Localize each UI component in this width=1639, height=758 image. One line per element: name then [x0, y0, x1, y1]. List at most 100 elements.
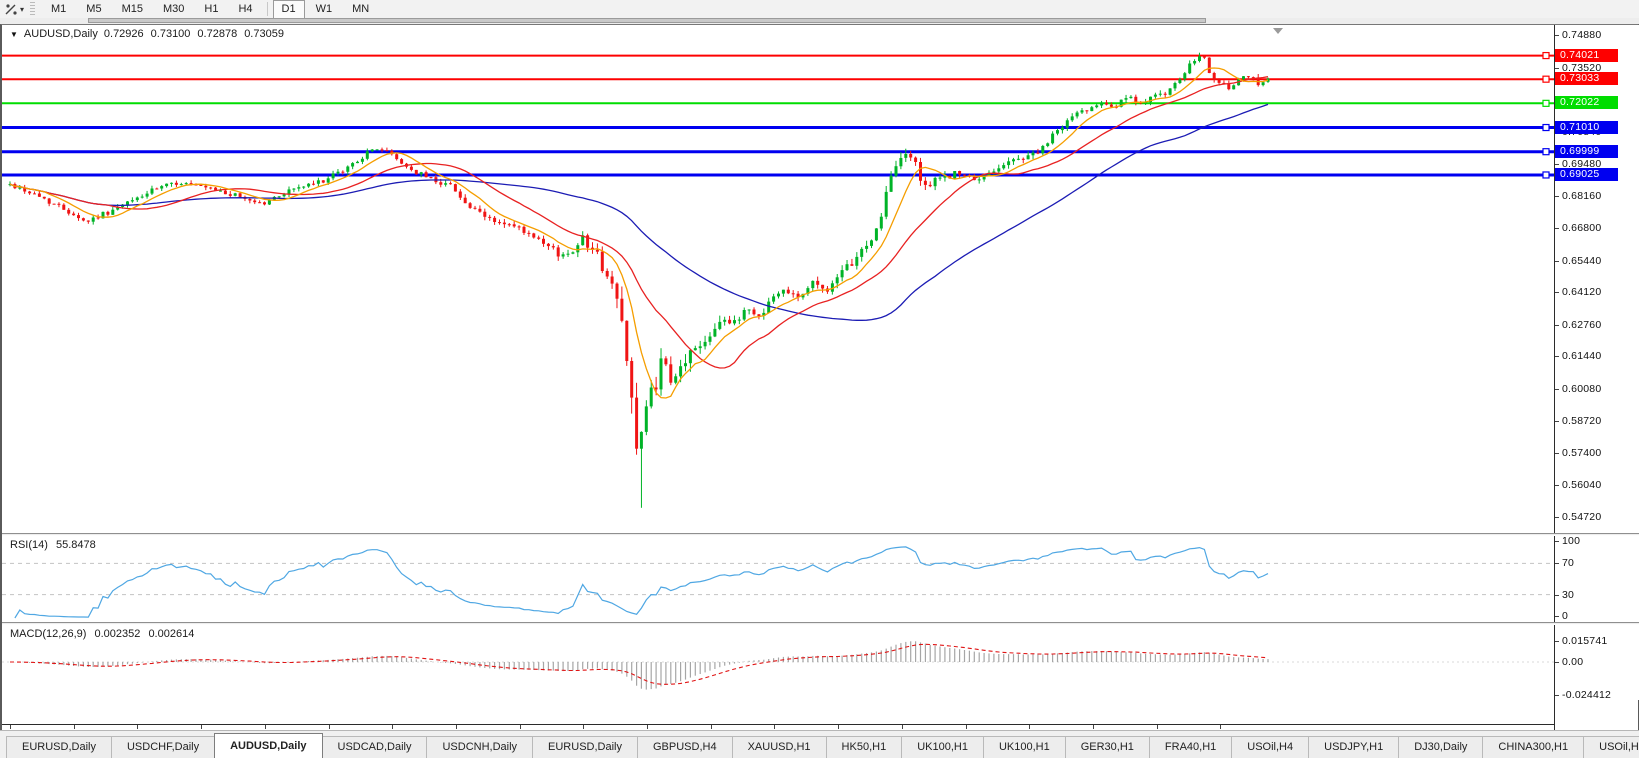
price-tick-mark — [1555, 164, 1559, 165]
timeframe-button-h4[interactable]: H4 — [229, 0, 261, 19]
price-level-badge[interactable]: 0.72022 — [1555, 96, 1618, 109]
chart-title-collapse-icon[interactable]: ▼ — [10, 30, 18, 39]
ma-slow-line — [9, 103, 1269, 321]
top-toolbar: ▾ M1 M5 M15 M30 H1 H4 D1 W1 MN — [0, 0, 1639, 19]
ohlc-high: 0.73100 — [150, 28, 191, 40]
macd-signal-line — [10, 643, 1269, 685]
price-tick-mark — [1555, 196, 1559, 197]
macd-panel[interactable]: MACD(12,26,9) 0.002352 0.002614 — [2, 625, 1554, 700]
toolbar-separator — [266, 2, 268, 16]
candlestick-chart-canvas[interactable] — [2, 25, 1554, 533]
price-chart-panel[interactable]: ▼ AUDUSD,Daily 0.72926 0.73100 0.72878 0… — [2, 25, 1554, 533]
price-tick-mark — [1555, 356, 1559, 357]
price-tick-mark — [1555, 68, 1559, 69]
date-tick-mark — [1220, 725, 1221, 729]
rsi-panel[interactable]: RSI(14) 55.8478 — [2, 536, 1554, 622]
price-tick-mark — [1555, 453, 1559, 454]
crosshair-tool-icon[interactable] — [3, 2, 19, 16]
rsi-line — [14, 546, 1269, 619]
rsi-tick-label: 100 — [1562, 535, 1581, 547]
chart-tab-audusd-daily[interactable]: AUDUSD,Daily — [214, 733, 323, 758]
date-tick-mark — [711, 725, 712, 729]
price-level-badge[interactable]: 0.71010 — [1555, 121, 1618, 134]
price-tick-label: 0.62760 — [1562, 319, 1602, 331]
chart-tab-ger30-h1[interactable]: GER30,H1 — [1064, 736, 1150, 758]
chart-tab-usdjpy-h1[interactable]: USDJPY,H1 — [1308, 736, 1400, 758]
chart-tab-uk100-h1[interactable]: UK100,H1 — [901, 736, 984, 758]
date-tick-mark — [1157, 725, 1158, 729]
chart-shift-marker[interactable] — [1273, 28, 1283, 34]
price-level-badge[interactable]: 0.69025 — [1555, 168, 1618, 181]
rsi-label: RSI(14) — [10, 539, 48, 551]
price-tick-label: 0.58720 — [1562, 415, 1602, 427]
timeframe-button-m15[interactable]: M15 — [113, 0, 152, 19]
level-handle[interactable] — [1542, 75, 1550, 83]
macd-tick-label: 0.00 — [1562, 656, 1584, 668]
timeframe-button-w1[interactable]: W1 — [307, 0, 342, 19]
rsi-tick-label: 0 — [1562, 610, 1569, 622]
price-axis: 0.748800.735200.721600.708400.694800.681… — [1555, 25, 1639, 533]
price-level-badge[interactable]: 0.74021 — [1555, 49, 1618, 62]
price-tick-label: 0.61440 — [1562, 350, 1602, 362]
level-handle[interactable] — [1542, 99, 1550, 107]
price-tick-label: 0.60080 — [1562, 383, 1602, 395]
macd-tick-mark — [1555, 641, 1559, 642]
rsi-chart-canvas[interactable] — [2, 536, 1554, 622]
level-handle[interactable] — [1542, 123, 1550, 132]
price-tick-label: 0.74880 — [1562, 29, 1602, 41]
ma-medium-line — [9, 76, 1269, 369]
date-tick-mark — [520, 725, 521, 729]
date-tick-mark — [774, 725, 775, 729]
date-tick-mark — [265, 725, 266, 729]
price-tick-mark — [1555, 517, 1559, 518]
price-tick-label: 0.64120 — [1562, 286, 1602, 298]
date-tick-mark — [583, 725, 584, 729]
macd-title: MACD(12,26,9) 0.002352 0.002614 — [10, 628, 194, 640]
price-tick-mark — [1555, 485, 1559, 486]
price-tick-mark — [1555, 421, 1559, 422]
price-level-badge[interactable]: 0.69999 — [1555, 145, 1618, 158]
rsi-value: 55.8478 — [55, 539, 96, 551]
rsi-tick-label: 70 — [1562, 557, 1575, 569]
chart-tab-xauusd-h1[interactable]: XAUUSD,H1 — [731, 736, 827, 758]
chart-tab-dj30-daily[interactable]: DJ30,Daily — [1398, 736, 1484, 758]
chart-tab-usdcad-daily[interactable]: USDCAD,Daily — [321, 736, 428, 758]
timeframe-button-h1[interactable]: H1 — [195, 0, 227, 19]
price-tick-mark — [1555, 325, 1559, 326]
horizontal-level-lines[interactable] — [2, 51, 1554, 179]
date-tick-mark — [329, 725, 330, 729]
timeframe-button-m5[interactable]: M5 — [77, 0, 110, 19]
chart-tab-uk100-h1[interactable]: UK100,H1 — [982, 736, 1066, 758]
timeframe-button-m30[interactable]: M30 — [154, 0, 193, 19]
chart-tab-usoil-h1[interactable]: USOil,H1 — [1583, 736, 1639, 758]
ohlc-low: 0.72878 — [197, 28, 238, 40]
macd-histogram — [14, 641, 1269, 690]
chart-tab-eurusd-daily[interactable]: EURUSD,Daily — [532, 736, 638, 758]
toolbar-grip[interactable] — [30, 2, 36, 16]
chart-tab-fra40-h1[interactable]: FRA40,H1 — [1148, 736, 1233, 758]
timeframe-button-d1[interactable]: D1 — [272, 0, 305, 19]
macd-chart-canvas[interactable] — [2, 625, 1554, 700]
chart-tab-gbpusd-h4[interactable]: GBPUSD,H4 — [637, 736, 733, 758]
tool-dropdown-caret[interactable]: ▾ — [20, 5, 24, 14]
chart-tab-usdcnh-daily[interactable]: USDCNH,Daily — [426, 736, 534, 758]
chart-tab-hk50-h1[interactable]: HK50,H1 — [825, 736, 903, 758]
chart-tab-usdchf-daily[interactable]: USDCHF,Daily — [110, 736, 216, 758]
macd-label: MACD(12,26,9) — [10, 628, 87, 640]
chart-tab-eurusd-daily[interactable]: EURUSD,Daily — [6, 736, 112, 758]
scrollbar-thumb[interactable] — [88, 18, 1206, 23]
timeframe-button-m1[interactable]: M1 — [42, 0, 75, 19]
timeframe-button-mn[interactable]: MN — [343, 0, 378, 19]
ohlc-open: 0.72926 — [103, 28, 144, 40]
level-handle[interactable] — [1542, 148, 1550, 156]
chart-title-bar[interactable]: ▼ AUDUSD,Daily 0.72926 0.73100 0.72878 0… — [10, 28, 284, 40]
price-level-badge[interactable]: 0.73033 — [1555, 72, 1618, 85]
date-tick-mark — [1093, 725, 1094, 729]
chart-tab-usoil-h4[interactable]: USOil,H4 — [1231, 736, 1310, 758]
price-tick-label: 0.68160 — [1562, 190, 1602, 202]
macd-axis: 0.015741 0.00 -0.024412 — [1555, 625, 1639, 701]
level-handle[interactable] — [1542, 51, 1550, 60]
chart-tab-china300-h1[interactable]: CHINA300,H1 — [1482, 736, 1585, 758]
level-handle[interactable] — [1542, 171, 1550, 179]
date-tick-mark — [392, 725, 393, 729]
